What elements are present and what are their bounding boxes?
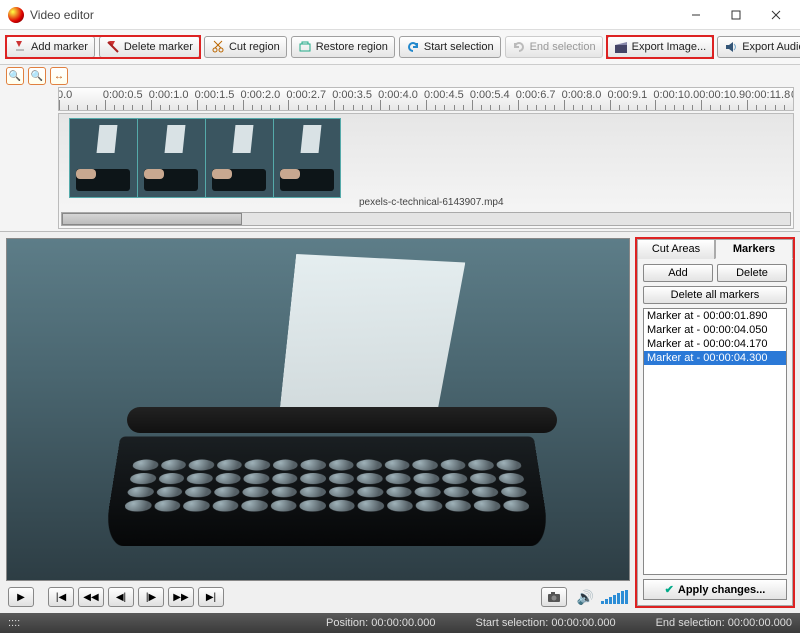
play-button[interactable]: ▶ bbox=[8, 587, 34, 607]
tab-markers[interactable]: Markers bbox=[715, 239, 793, 259]
timeline-scrollbar[interactable] bbox=[61, 212, 791, 226]
clip-thumbnail[interactable] bbox=[273, 118, 341, 198]
goto-end-button[interactable]: ▶| bbox=[198, 587, 224, 607]
tick-label: 0:00:8.0 bbox=[562, 89, 602, 101]
tick-label: 0:00:9.1 bbox=[608, 89, 648, 101]
clip-thumbnail[interactable] bbox=[137, 118, 205, 198]
preview-panel: ▶ |◀ ◀◀ ◀| |▶ ▶▶ ▶| 🔊 bbox=[6, 238, 630, 607]
start-selection-label: Start selection bbox=[424, 41, 494, 53]
cut-region-button[interactable]: Cut region bbox=[204, 36, 287, 58]
markers-panel: Cut Areas Markers Add Delete Delete all … bbox=[636, 238, 794, 607]
tick-label: 0:00:2.0 bbox=[241, 89, 281, 101]
fast-forward-button[interactable]: ▶▶ bbox=[168, 587, 194, 607]
time-ruler[interactable]: 0.0 0:00:0.5 0:00:1.0 0:00:1.5 0:00:2.0 0:00:… bbox=[58, 87, 794, 111]
undo-arrow-icon bbox=[406, 40, 420, 54]
tick-label: 0:00:1.5 bbox=[195, 89, 235, 101]
step-forward-button[interactable]: |▶ bbox=[138, 587, 164, 607]
marker-list-item[interactable]: Marker at - 00:00:04.170 bbox=[644, 337, 786, 351]
marker-list-item[interactable]: Marker at - 00:00:04.300 bbox=[644, 351, 786, 365]
maximize-button[interactable] bbox=[716, 1, 756, 29]
marker-delete-button[interactable]: Delete bbox=[717, 264, 787, 282]
clip-filename: pexels-c-technical-6143907.mp4 bbox=[359, 197, 504, 208]
volume-level[interactable] bbox=[601, 590, 628, 604]
markers-list[interactable]: Marker at - 00:00:01.890Marker at - 00:0… bbox=[643, 308, 787, 575]
title-bar: Video editor bbox=[0, 0, 800, 30]
timeline-track[interactable]: pexels-c-technical-6143907.mp4 bbox=[58, 113, 794, 229]
scrollbar-handle[interactable] bbox=[62, 213, 242, 225]
apply-changes-button[interactable]: ✔ Apply changes... bbox=[643, 579, 787, 600]
goto-start-button[interactable]: |◀ bbox=[48, 587, 74, 607]
tick-label: 0:00:6.7 bbox=[516, 89, 556, 101]
end-selection-label: End selection bbox=[530, 41, 596, 53]
zoom-controls: 🔍 🔍 ↔ bbox=[6, 65, 794, 85]
status-position: Position: 00:00:00.000 bbox=[326, 617, 436, 629]
marker-list-item[interactable]: Marker at - 00:00:04.050 bbox=[644, 323, 786, 337]
step-back-button[interactable]: ◀| bbox=[108, 587, 134, 607]
delete-marker-button[interactable]: Delete marker bbox=[99, 36, 200, 58]
zoom-in-button[interactable]: 🔍 bbox=[6, 67, 24, 85]
tick-label: 0:00:5.4 bbox=[470, 89, 510, 101]
status-bar: :::: Position: 00:00:00.000 Start select… bbox=[0, 613, 800, 633]
clip-thumbnail[interactable] bbox=[205, 118, 273, 198]
tick-label: 0:00:10.0 bbox=[653, 89, 699, 101]
delete-marker-icon bbox=[106, 40, 120, 54]
tick-label: 0:00:1.0 bbox=[149, 89, 189, 101]
restore-icon bbox=[298, 40, 312, 54]
add-marker-label: Add marker bbox=[31, 41, 88, 53]
close-button[interactable] bbox=[756, 1, 796, 29]
export-image-button[interactable]: Export Image... bbox=[607, 36, 714, 58]
cut-region-label: Cut region bbox=[229, 41, 280, 53]
marker-add-button[interactable]: Add bbox=[643, 264, 713, 282]
check-icon: ✔ bbox=[665, 583, 674, 596]
restore-region-button[interactable]: Restore region bbox=[291, 36, 395, 58]
tick-label: 0:00:0.5 bbox=[103, 89, 143, 101]
marker-list-item[interactable]: Marker at - 00:00:01.890 bbox=[644, 309, 786, 323]
main-toolbar: Add marker Delete marker Cut region Rest… bbox=[0, 30, 800, 65]
export-image-label: Export Image... bbox=[632, 41, 707, 53]
tab-cut-areas[interactable]: Cut Areas bbox=[637, 239, 715, 259]
side-tabs: Cut Areas Markers bbox=[637, 239, 793, 259]
zoom-out-button[interactable]: 🔍 bbox=[28, 67, 46, 85]
zoom-fit-button[interactable]: ↔ bbox=[50, 67, 68, 85]
tick-label: 0:00:3.5 bbox=[332, 89, 372, 101]
main-content-row: ▶ |◀ ◀◀ ◀| |▶ ▶▶ ▶| 🔊 Cut Areas Markers … bbox=[0, 232, 800, 613]
status-end-selection: End selection: 00:00:00.000 bbox=[656, 617, 792, 629]
tick-label: 0:00:11.8 bbox=[745, 89, 790, 101]
speaker-export-icon bbox=[724, 40, 738, 54]
delete-marker-label: Delete marker bbox=[124, 41, 193, 53]
export-audio-button[interactable]: Export Audio... bbox=[717, 36, 800, 58]
restore-region-label: Restore region bbox=[316, 41, 388, 53]
markers-tab-body: Add Delete Delete all markers Marker at … bbox=[637, 259, 793, 606]
clip-thumbnails[interactable] bbox=[69, 118, 341, 198]
tick-label: 0.0 bbox=[58, 89, 72, 101]
window-title: Video editor bbox=[30, 8, 676, 22]
clip-thumbnail[interactable] bbox=[69, 118, 137, 198]
minimize-button[interactable] bbox=[676, 1, 716, 29]
status-grip: :::: bbox=[8, 617, 48, 629]
add-marker-button[interactable]: Add marker bbox=[6, 36, 95, 58]
timeline-area: 🔍 🔍 ↔ 0.0 0:00:0.5 0:00:1.0 0:00:1.5 0:00:2.… bbox=[0, 65, 800, 232]
clapper-icon bbox=[614, 40, 628, 54]
snapshot-button[interactable] bbox=[541, 587, 567, 607]
volume-icon[interactable]: 🔊 bbox=[577, 589, 594, 606]
export-audio-label: Export Audio... bbox=[742, 41, 800, 53]
start-selection-button[interactable]: Start selection bbox=[399, 36, 501, 58]
tick-label: 0:00:2.7 bbox=[286, 89, 326, 101]
video-preview[interactable] bbox=[6, 238, 630, 581]
status-start-selection: Start selection: 00:00:00.000 bbox=[476, 617, 616, 629]
app-logo-icon bbox=[8, 7, 24, 23]
add-marker-icon bbox=[13, 40, 27, 54]
tick-label: 0:00:10.9 bbox=[699, 89, 745, 101]
end-selection-button[interactable]: End selection bbox=[505, 36, 603, 58]
scissors-icon bbox=[211, 40, 225, 54]
delete-all-markers-button[interactable]: Delete all markers bbox=[643, 286, 787, 304]
rewind-button[interactable]: ◀◀ bbox=[78, 587, 104, 607]
redo-arrow-icon bbox=[512, 40, 526, 54]
apply-changes-label: Apply changes... bbox=[678, 584, 765, 596]
tick-label: 0:00:4.5 bbox=[424, 89, 464, 101]
playback-controls: ▶ |◀ ◀◀ ◀| |▶ ▶▶ ▶| 🔊 bbox=[6, 581, 630, 607]
tick-label: 0:00:4.0 bbox=[378, 89, 418, 101]
